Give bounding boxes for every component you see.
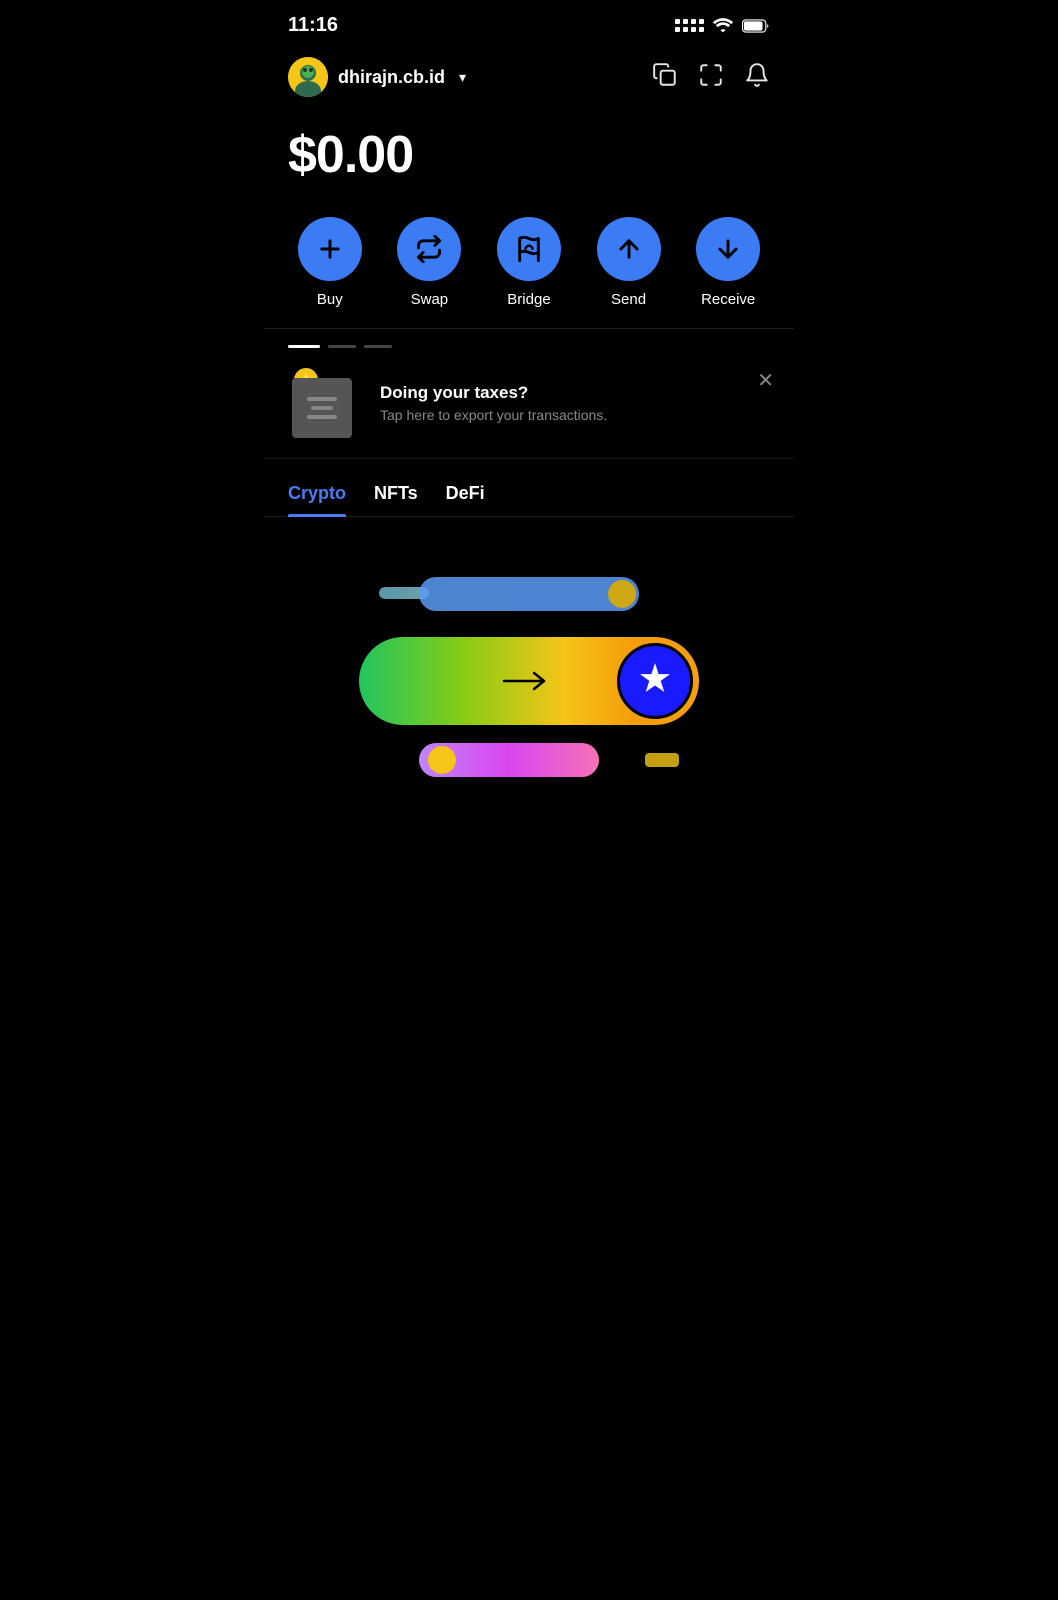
toggle-illustration	[359, 577, 699, 777]
buy-label: Buy	[317, 291, 343, 308]
swap-icon-circle	[397, 217, 461, 281]
tax-doc-icon	[292, 378, 352, 438]
tab-defi[interactable]: DeFi	[446, 483, 485, 516]
toggle-bottom	[419, 743, 599, 777]
tax-title: Doing your taxes?	[380, 383, 774, 403]
status-bar: 11:16	[264, 0, 794, 45]
doc-line-1	[307, 397, 338, 401]
header-actions	[652, 62, 770, 93]
balance-section: $0.00	[264, 105, 794, 201]
crypto-content	[264, 517, 794, 837]
status-time: 11:16	[288, 14, 338, 37]
tax-text-area: Doing your taxes? Tap here to export you…	[380, 383, 774, 423]
tab-crypto[interactable]: Crypto	[288, 483, 346, 516]
receive-label: Receive	[701, 291, 755, 308]
buy-icon-circle	[298, 217, 362, 281]
tax-subtitle: Tap here to export your transactions.	[380, 407, 774, 423]
tabs-section: Crypto NFTs DeFi	[264, 459, 794, 517]
battery-icon	[742, 19, 770, 33]
avatar	[288, 57, 328, 97]
tab-nfts[interactable]: NFTs	[374, 483, 418, 516]
tabs-row: Crypto NFTs DeFi	[288, 483, 770, 516]
bridge-icon-circle	[497, 217, 561, 281]
bridge-label: Bridge	[507, 291, 550, 308]
expand-icon[interactable]	[698, 62, 724, 93]
avatar-graphic	[288, 57, 328, 97]
send-label: Send	[611, 291, 646, 308]
doc-line-2	[311, 406, 333, 410]
toggle-top	[419, 577, 639, 611]
toggle-bottom-knob	[428, 746, 456, 774]
copy-icon[interactable]	[652, 62, 678, 93]
tax-close-button[interactable]: ✕	[757, 368, 774, 393]
toggle-star-icon	[637, 660, 673, 703]
buy-button[interactable]: Buy	[298, 217, 362, 308]
receive-button[interactable]: Receive	[696, 217, 760, 308]
wifi-icon	[712, 18, 734, 34]
toggle-arrow-icon	[499, 666, 559, 696]
avatar-svg	[288, 57, 328, 97]
send-button[interactable]: Send	[597, 217, 661, 308]
swap-button[interactable]: Swap	[397, 217, 461, 308]
username-label: dhirajn.cb.id	[338, 67, 445, 88]
toggle-top-knob	[608, 580, 636, 608]
carousel-dots	[264, 329, 794, 348]
doc-line-3	[307, 415, 338, 419]
balance-amount: $0.00	[288, 125, 770, 185]
toggle-middle-knob	[617, 643, 693, 719]
bell-icon[interactable]	[744, 62, 770, 93]
status-icons	[675, 18, 770, 34]
header: dhirajn.cb.id ▾	[264, 45, 794, 105]
tax-banner[interactable]: ⭐ Doing your taxes? Tap here to export y…	[264, 348, 794, 459]
bottom-right-deco	[645, 753, 679, 767]
actions-section: Buy Swap Bridge	[264, 201, 794, 328]
user-info[interactable]: dhirajn.cb.id ▾	[288, 57, 466, 97]
toggle-middle[interactable]	[359, 637, 699, 725]
chevron-down-icon: ▾	[459, 69, 466, 86]
send-icon-circle	[597, 217, 661, 281]
bridge-button[interactable]: Bridge	[497, 217, 561, 308]
receive-icon-circle	[696, 217, 760, 281]
signal-icon	[675, 19, 704, 32]
swap-label: Swap	[411, 291, 449, 308]
tax-icon: ⭐	[284, 368, 364, 438]
